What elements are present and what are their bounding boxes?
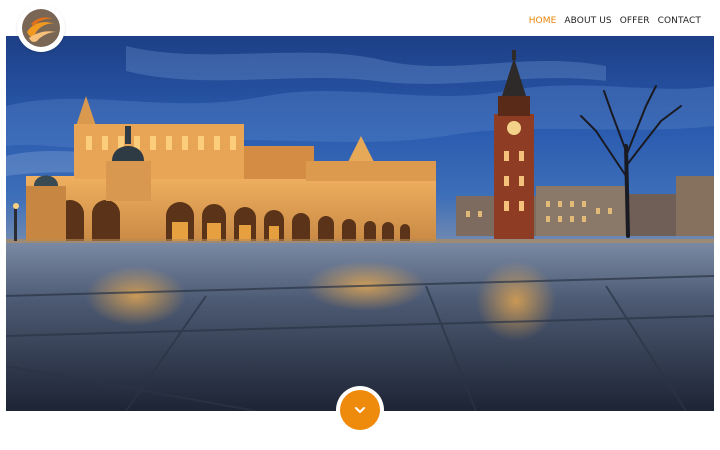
hero-image — [6, 36, 714, 411]
nav-contact[interactable]: CONTACT — [658, 16, 701, 26]
main-nav: HOME ABOUT US OFFER CONTACT — [529, 16, 701, 26]
nav-offer[interactable]: OFFER — [620, 16, 650, 26]
scroll-down-button[interactable] — [336, 386, 384, 434]
chevron-down-icon — [355, 407, 365, 413]
nav-about-us[interactable]: ABOUT US — [564, 16, 611, 26]
header: HOME ABOUT US OFFER CONTACT — [0, 0, 720, 52]
nav-home[interactable]: HOME — [529, 16, 557, 26]
brand-swirl-logo-icon — [22, 9, 60, 47]
scroll-down-circle — [340, 390, 380, 430]
page: HOME ABOUT US OFFER CONTACT — [0, 0, 720, 450]
logo[interactable] — [17, 4, 65, 52]
market-square-night-photo-icon — [6, 36, 714, 411]
